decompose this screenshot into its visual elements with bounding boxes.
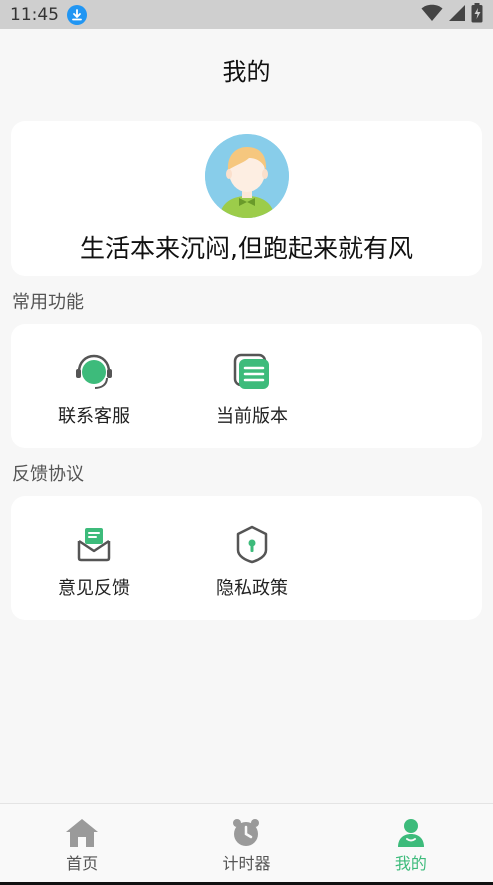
section-title-feedback-agreement: 反馈协议 xyxy=(12,464,84,485)
nav-label-home: 首页 xyxy=(66,854,99,873)
status-time: 11:45 xyxy=(10,4,59,25)
privacy-policy-item[interactable]: 隐私政策 xyxy=(192,524,312,600)
privacy-shield-icon xyxy=(236,525,268,564)
battery-icon xyxy=(471,2,483,27)
nav-item-mine[interactable]: 我的 xyxy=(329,804,493,882)
status-bar: 11:45 xyxy=(0,0,493,29)
profile-motto: 生活本来沉闷,但跑起来就有风 xyxy=(80,234,413,263)
alarm-clock-icon xyxy=(233,819,260,846)
contact-service-item[interactable]: 联系客服 xyxy=(34,352,154,428)
page-title: 我的 xyxy=(222,57,271,86)
feedback-label: 意见反馈 xyxy=(58,578,130,599)
avatar[interactable] xyxy=(205,134,289,218)
current-version-label: 当前版本 xyxy=(216,406,288,427)
download-notification-icon xyxy=(67,4,87,25)
nav-label-timer: 计时器 xyxy=(222,854,271,873)
nav-item-timer[interactable]: 计时器 xyxy=(164,804,328,882)
nav-item-home[interactable]: 首页 xyxy=(0,804,164,882)
version-list-icon xyxy=(233,353,269,389)
profile-card: 生活本来沉闷,但跑起来就有风 xyxy=(11,121,482,276)
cell-signal-icon xyxy=(449,4,465,25)
current-version-item[interactable]: 当前版本 xyxy=(192,352,312,428)
feedback-agreement-card: 意见反馈 隐私政策 xyxy=(11,496,482,620)
user-icon xyxy=(397,819,424,847)
section-title-common-functions: 常用功能 xyxy=(12,292,84,313)
feedback-envelope-icon xyxy=(77,528,111,562)
privacy-policy-label: 隐私政策 xyxy=(216,578,288,599)
contact-service-label: 联系客服 xyxy=(58,406,130,427)
headset-icon xyxy=(76,354,112,389)
feedback-item[interactable]: 意见反馈 xyxy=(34,524,154,600)
nav-label-mine: 我的 xyxy=(394,854,427,873)
home-icon xyxy=(66,819,99,847)
bottom-nav: 首页 计时器 我的 xyxy=(0,803,493,882)
common-functions-card: 联系客服 当前版本 xyxy=(11,324,482,448)
wifi-icon xyxy=(421,4,443,26)
